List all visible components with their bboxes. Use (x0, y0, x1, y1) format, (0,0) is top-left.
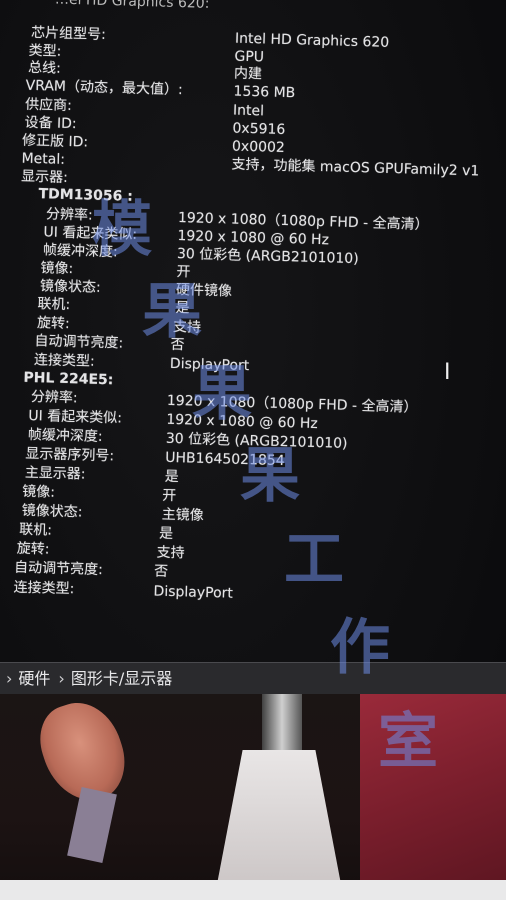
text-cursor-icon: I (444, 360, 451, 385)
row-value: 否 (153, 563, 169, 580)
display1-row-ui-looks-like: UI 看起来类似: 1920 x 1080 @ 60 Hz (43, 222, 329, 248)
display2-row-serial-number: 显示器序列号: UHB1645021854 (25, 444, 285, 469)
gpu-row-vendor: 供应商: Intel (25, 95, 264, 120)
display2-row-rotation: 旋转: 支持 (16, 539, 184, 562)
display2-row-online: 联机: 是 (19, 520, 173, 542)
row-value: DisplayPort (169, 355, 250, 375)
display1-row-online: 联机: 是 (37, 294, 189, 316)
display1-row-mirror: 镜像: 开 (40, 258, 190, 280)
row-value: 30 位彩色 (ARGB2101010) (176, 246, 359, 268)
breadcrumb-graphics-displays[interactable]: 图形卡/显示器 (71, 669, 172, 688)
display1-row-connection-type: 连接类型: DisplayPort (34, 350, 250, 374)
display1-row-auto-brightness: 自动调节亮度: 否 (34, 331, 184, 353)
row-value: UHB1645021854 (165, 449, 285, 470)
lamp-stem (262, 694, 302, 754)
gpu-row-displays: 显示器: (21, 167, 68, 187)
breadcrumb: › 硬件 › 图形卡/显示器 (0, 662, 506, 694)
display2-row-framebuffer-depth: 帧缓冲深度: 30 位彩色 (ARGB2101010) (28, 425, 348, 452)
display2-row-connection-type: 连接类型: DisplayPort (13, 578, 233, 602)
row-value: 主镜像 (161, 506, 204, 524)
row-value: DisplayPort (153, 583, 234, 602)
red-background (360, 694, 506, 900)
display2-row-main-display: 主显示器: 是 (25, 463, 179, 485)
row-value: 是 (175, 300, 190, 317)
photo-of-monitor: …el HD Graphics 620: 芯片组型号: Intel HD Gra… (0, 0, 506, 900)
background-photo-area (0, 694, 506, 900)
row-key: 分辨率: (30, 389, 78, 407)
row-key: 镜像: (22, 483, 56, 501)
truncated-header: …el HD Graphics 620: (54, 0, 210, 12)
chevron-right-icon: › (58, 669, 65, 688)
display2-row-mirror-status: 镜像状态: 主镜像 (21, 501, 204, 524)
row-value: 是 (158, 525, 174, 543)
display1-row-resolution: 分辨率: 1920 x 1080（1080p FHD - 全高清） (46, 204, 429, 233)
display1-row-framebuffer-depth: 帧缓冲深度: 30 位彩色 (ARGB2101010) (43, 240, 359, 267)
gpu-row-chipset: 芯片组型号: Intel HD Graphics 620 (31, 23, 390, 51)
bottom-edge (0, 880, 506, 900)
display1-name: TDM13056 : (38, 186, 134, 205)
display1-row-mirror-status: 镜像状态: 硬件镜像 (40, 276, 232, 299)
row-key: 连接类型: (13, 579, 75, 598)
row-value: 支持，功能集 macOS GPUFamily2 v1 (231, 156, 480, 180)
chevron-right-icon: › (6, 669, 13, 688)
row-key: 联机: (18, 521, 53, 539)
gpu-row-revision-id: 修正版 ID: 0x0002 (22, 131, 285, 156)
display2-row-ui-looks-like: UI 看起来类似: 1920 x 1080 @ 60 Hz (28, 406, 318, 432)
breadcrumb-hardware[interactable]: 硬件 (18, 669, 50, 688)
gpu-row-vram: VRAM（动态，最大值）: 1536 MB (25, 76, 295, 102)
gpu-row-metal: Metal: 支持，功能集 macOS GPUFamily2 v1 (21, 149, 479, 180)
display2-row-mirror: 镜像: 开 (22, 482, 176, 504)
row-value: 支持 (156, 544, 185, 562)
display2-row-auto-brightness: 自动调节亮度: 否 (14, 558, 168, 580)
row-key: 旋转: (16, 540, 50, 558)
display2-row-resolution: 分辨率: 1920 x 1080（1080p FHD - 全高清） (31, 387, 418, 416)
row-value: 否 (170, 336, 185, 354)
row-key: 自动调节亮度: (13, 559, 104, 579)
paper (67, 787, 117, 863)
row-value: 开 (161, 487, 177, 505)
row-value: 是 (164, 468, 179, 486)
row-key: 联机: (37, 296, 71, 314)
gpu-row-bus: 总线: 内建 (28, 58, 262, 83)
lamp-shade (214, 750, 344, 900)
display1-row-rotation: 旋转: 支持 (37, 313, 201, 336)
gpu-row-device-id: 设备 ID: 0x5916 (24, 113, 285, 138)
